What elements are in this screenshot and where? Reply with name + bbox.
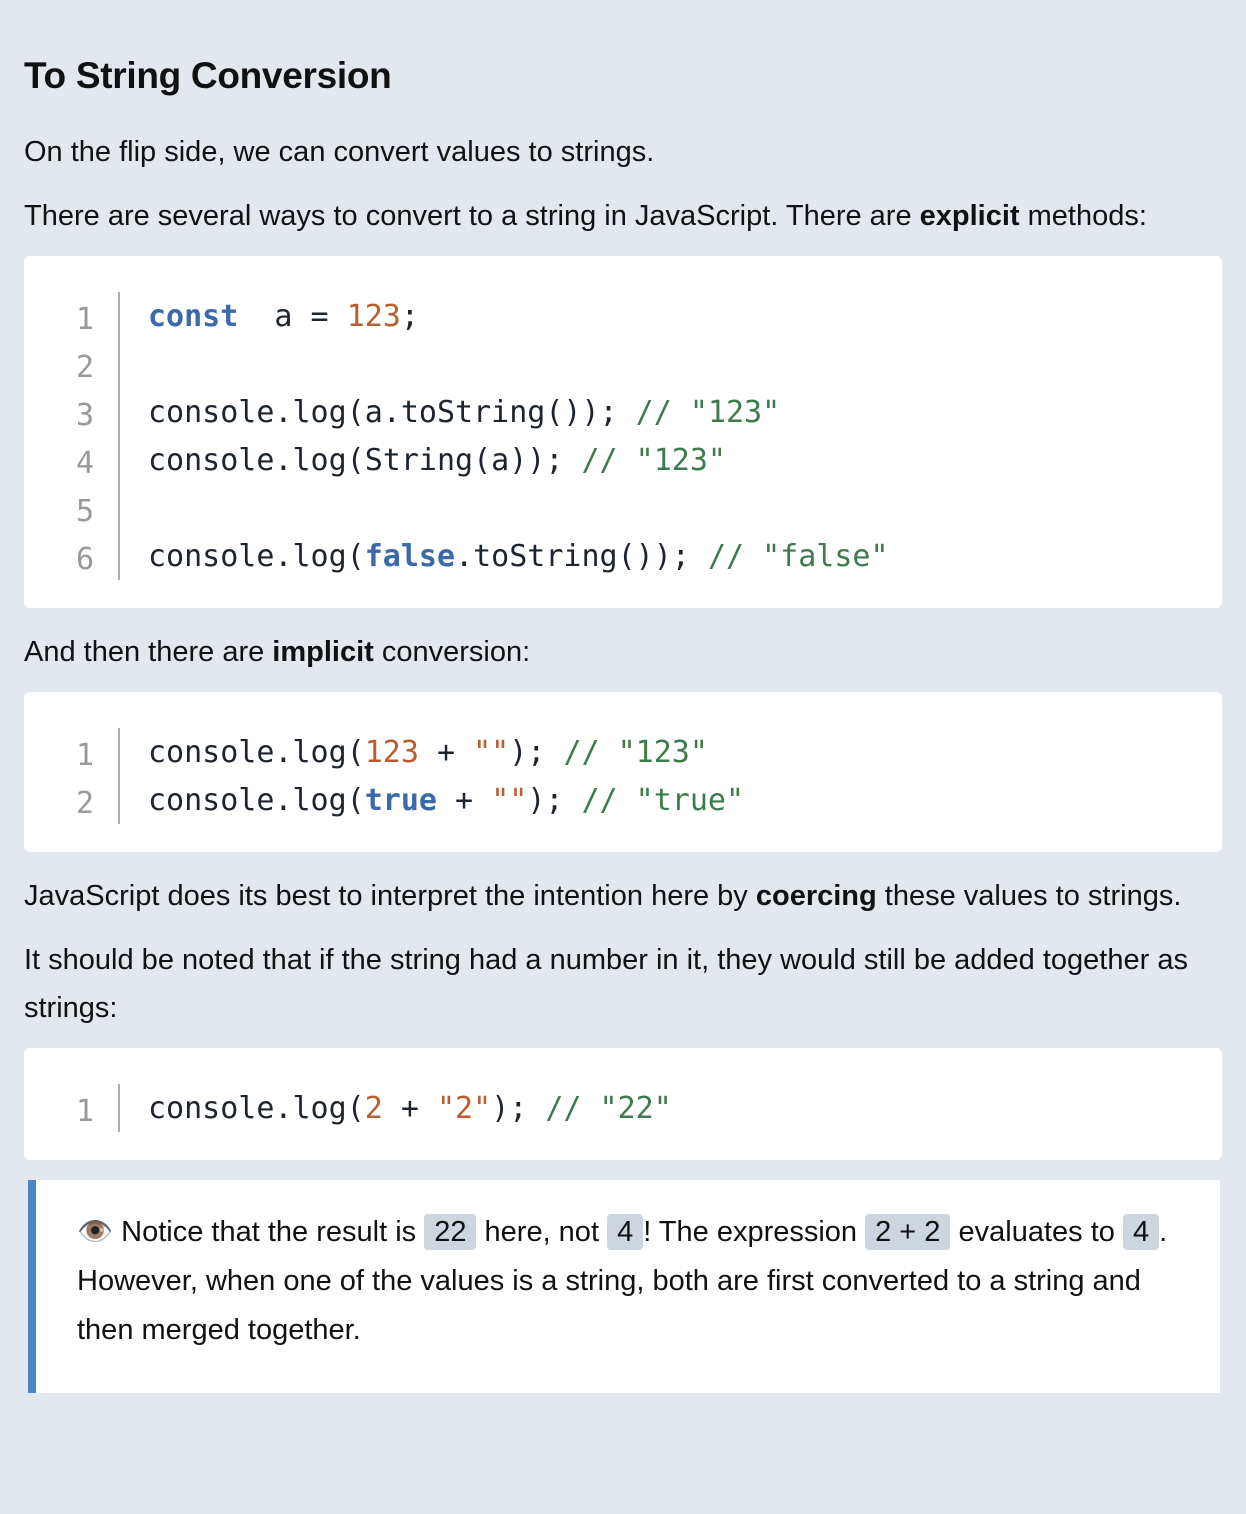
paragraph: JavaScript does its best to interpret th… (24, 880, 1182, 912)
code-token: ); (509, 734, 564, 770)
code-token: ); (527, 782, 582, 818)
inline-code: 4 (1122, 1214, 1160, 1250)
line-number: 6 (24, 532, 120, 580)
code-token: 123 (364, 734, 419, 770)
code-line: 5 (24, 484, 1222, 532)
code-token: console.log(String(a)); (148, 442, 582, 478)
code-token: // "123" (563, 734, 708, 770)
code-token: console.log( (148, 538, 365, 574)
code-line: 1 console.log(123 + ""); // "123" (24, 728, 1222, 776)
code-text: console.log(String(a)); // "123" (120, 443, 726, 478)
code-token: // "true" (581, 782, 745, 818)
code-token: 123 (346, 298, 401, 334)
code-token: 2 (364, 1090, 383, 1126)
code-token: // "false" (707, 538, 889, 574)
article: To String Conversion On the flip side, w… (0, 0, 1246, 1393)
code-token: false (364, 538, 456, 574)
code-token: ; (400, 298, 419, 334)
code-line: 4 console.log(String(a)); // "123" (24, 436, 1222, 484)
line-number: 4 (24, 436, 120, 484)
code-token: "" (473, 734, 510, 770)
code-line: 1 console.log(2 + "2"); // "22" (24, 1084, 1222, 1132)
section-heading: To String Conversion (24, 55, 392, 96)
inline-code: 22 (424, 1214, 477, 1250)
code-token: + (437, 782, 492, 818)
code-token: // "123" (635, 394, 781, 430)
inline-code: 4 (607, 1214, 644, 1250)
code-token: "2" (437, 1090, 492, 1126)
code-text: console.log(false.toString()); // "false… (120, 539, 889, 574)
line-number: 2 (24, 340, 120, 388)
code-token: "" (491, 782, 528, 818)
paragraph: It should be noted that if the string ha… (24, 944, 1188, 1024)
line-number: 2 (24, 776, 120, 824)
code-text: console.log(a.toString()); // "123" (120, 395, 780, 430)
code-line: 6 console.log(false.toString()); // "fals… (24, 532, 1222, 580)
callout-note: 👁️ Notice that the result is 22 here, no… (28, 1180, 1220, 1393)
code-token: // "22" (545, 1090, 672, 1126)
line-number: 3 (24, 388, 120, 436)
line-number: 1 (24, 1084, 120, 1132)
line-number: 5 (24, 484, 120, 532)
inline-code: 2 + 2 (865, 1214, 951, 1250)
code-text: console.log(true + ""); // "true" (120, 783, 744, 818)
code-line: 2 console.log(true + ""); // "true" (24, 776, 1222, 824)
code-token: a = (238, 298, 347, 334)
paragraph: There are several ways to convert to a s… (24, 200, 1147, 232)
code-token: console.log( (148, 734, 365, 770)
code-token: // "123" (581, 442, 726, 478)
line-number: 1 (24, 728, 120, 776)
code-text: console.log(2 + "2"); // "22" (120, 1091, 672, 1126)
code-block: 1 const a = 123; 2 3 console.log(a.toString(… (24, 256, 1222, 608)
paragraph: And then there are implicit conversion: (24, 636, 531, 668)
line-number: 1 (24, 292, 120, 340)
code-block: 1 console.log(123 + ""); // "123" 2 console… (24, 692, 1222, 852)
paragraph: On the flip side, we can convert values … (24, 136, 655, 168)
code-token: console.log( (148, 1090, 365, 1126)
code-token: true (364, 782, 437, 818)
code-line: 1 const a = 123; (24, 292, 1222, 340)
code-line: 3 console.log(a.toString()); // "123" (24, 388, 1222, 436)
code-line: 2 (24, 340, 1222, 388)
code-text: console.log(123 + ""); // "123" (120, 735, 708, 770)
code-block: 1 console.log(2 + "2"); // "22" (24, 1048, 1222, 1160)
code-text: const a = 123; (120, 299, 419, 334)
code-token: ); (491, 1090, 546, 1126)
code-token: + (418, 734, 474, 770)
code-token: .toString()); (455, 538, 708, 574)
code-token: + (382, 1090, 437, 1126)
eye-icon: 👁️ (77, 1216, 114, 1248)
code-token: console.log(a.toString()); (148, 394, 636, 430)
code-token: const (148, 298, 239, 334)
code-token: console.log( (148, 782, 365, 818)
